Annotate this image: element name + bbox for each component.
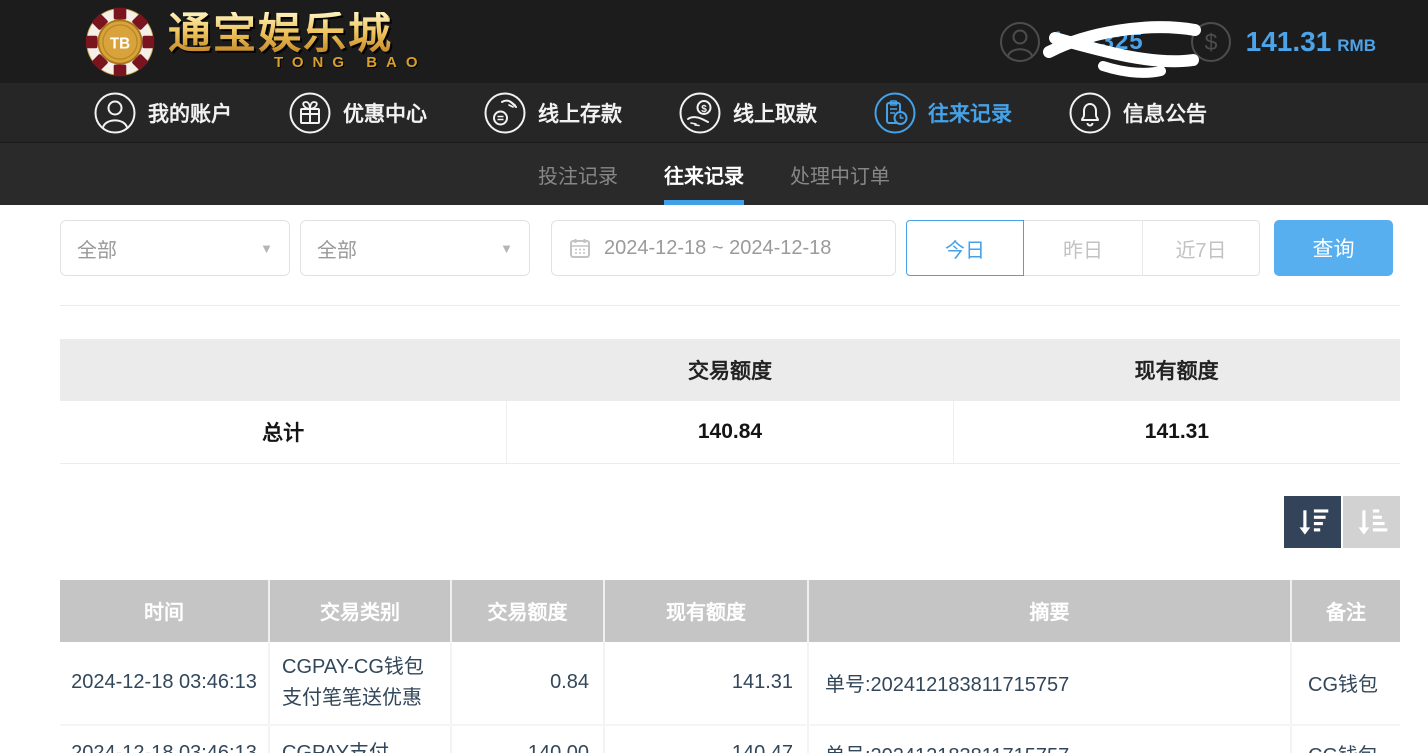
records-header-row: 时间 交易类别 交易额度 现有额度 摘要 备注 xyxy=(60,580,1400,642)
summary-header-balance: 现有额度 xyxy=(953,339,1400,401)
cell-summary: 单号:202412183811715757 xyxy=(808,725,1291,753)
cell-amount: 0.84 xyxy=(451,642,604,725)
col-header-time: 时间 xyxy=(60,580,269,642)
content-area: 全部 ▼ 全部 ▼ 2024-12-18 ~ 2024-12-18 今日 昨日 … xyxy=(0,205,1428,753)
summary-header-empty xyxy=(60,339,507,401)
summary-transaction-total: 140.84 xyxy=(507,401,954,463)
col-header-summary: 摘要 xyxy=(808,580,1291,642)
cell-time: 2024-12-18 03:46:13 xyxy=(60,642,269,725)
tab-betting-records[interactable]: 投注记录 xyxy=(515,143,641,205)
records-tab-bar: 投注记录 往来记录 处理中订单 xyxy=(0,143,1428,205)
dropdown-value: 全部 xyxy=(77,234,117,263)
nav-item-deposit[interactable]: 线上存款 xyxy=(484,92,622,134)
date-range-value: 2024-12-18 ~ 2024-12-18 xyxy=(604,237,831,260)
quick-range-group: 今日 昨日 近7日 xyxy=(906,220,1260,276)
date-range-input[interactable]: 2024-12-18 ~ 2024-12-18 xyxy=(551,220,896,276)
cell-balance: 141.31 xyxy=(604,642,808,725)
search-button[interactable]: 查询 xyxy=(1274,220,1393,276)
nav-item-my-account[interactable]: 我的账户 xyxy=(94,92,232,134)
records-table: 时间 交易类别 交易额度 现有额度 摘要 备注 2024-12-18 03:46… xyxy=(60,580,1400,753)
col-header-balance: 现有额度 xyxy=(604,580,808,642)
sort-ascending-button[interactable] xyxy=(1343,496,1400,548)
summary-total-row: 总计 140.84 141.31 xyxy=(60,401,1400,463)
sort-ascending-icon xyxy=(1354,504,1390,540)
cell-note: CG钱包 xyxy=(1291,725,1400,753)
chevron-down-icon: ▼ xyxy=(260,241,273,256)
svg-text:TB: TB xyxy=(110,35,130,52)
summary-total-label: 总计 xyxy=(60,401,507,463)
section-divider xyxy=(60,305,1400,306)
sort-descending-button[interactable] xyxy=(1284,496,1341,548)
gift-icon xyxy=(289,92,331,134)
cell-time: 2024-12-18 03:46:13 xyxy=(60,725,269,753)
dollar-icon: $ xyxy=(1190,21,1232,63)
user-account[interactable]: bo7325 xyxy=(999,21,1144,63)
nav-label: 优惠中心 xyxy=(343,98,427,128)
svg-text:$: $ xyxy=(701,104,707,115)
summary-balance-total: 141.31 xyxy=(953,401,1400,463)
records-icon xyxy=(874,92,916,134)
nav-item-transactions[interactable]: 往来记录 xyxy=(874,92,1012,134)
nav-item-withdraw[interactable]: $ 线上取款 xyxy=(679,92,817,134)
nav-item-promotions[interactable]: 优惠中心 xyxy=(289,92,427,134)
account-area: bo7325 $ 141.31 RMB xyxy=(999,21,1376,63)
category-dropdown-1[interactable]: 全部 ▼ xyxy=(60,220,290,276)
balance-display: $ 141.31 RMB xyxy=(1190,21,1376,63)
table-row: 2024-12-18 03:46:13 CGPAY支付 140.00 140.4… xyxy=(60,725,1400,753)
yesterday-button[interactable]: 昨日 xyxy=(1024,220,1142,276)
category-dropdown-2[interactable]: 全部 ▼ xyxy=(300,220,530,276)
dropdown-value: 全部 xyxy=(317,234,357,263)
summary-header-transaction: 交易额度 xyxy=(507,339,954,401)
nav-label: 我的账户 xyxy=(148,98,232,128)
brand-subtitle: TONG BAO xyxy=(168,54,427,71)
tab-transaction-records[interactable]: 往来记录 xyxy=(641,143,767,205)
tab-pending-orders[interactable]: 处理中订单 xyxy=(767,143,913,205)
casino-chip-icon: TB xyxy=(84,6,156,78)
bell-icon xyxy=(1069,92,1111,134)
sort-descending-icon xyxy=(1295,504,1331,540)
summary-table: 交易额度 现有额度 总计 140.84 141.31 xyxy=(60,339,1400,464)
deposit-icon xyxy=(484,92,526,134)
nav-label: 线上存款 xyxy=(538,98,622,128)
balance-currency: RMB xyxy=(1337,36,1376,55)
cell-amount: 140.00 xyxy=(451,725,604,753)
brand-logo[interactable]: TB 通宝娱乐城 TONG BAO xyxy=(84,6,427,78)
chevron-down-icon: ▼ xyxy=(500,241,513,256)
cell-type: CGPAY-CG钱包支付笔笔送优惠 xyxy=(269,642,451,725)
cell-type: CGPAY支付 xyxy=(269,725,451,753)
sort-controls xyxy=(60,496,1400,548)
main-nav: 我的账户 优惠中心 线上存款 $ 线上取款 xyxy=(0,83,1428,143)
brand-title: 通宝娱乐城 xyxy=(168,12,427,57)
top-bar: TB 通宝娱乐城 TONG BAO bo7325 xyxy=(0,0,1428,83)
svg-text:$: $ xyxy=(1204,29,1217,55)
cell-note: CG钱包 xyxy=(1291,642,1400,725)
summary-header-row: 交易额度 现有额度 xyxy=(60,339,1400,401)
nav-label: 信息公告 xyxy=(1123,98,1207,128)
balance-amount: 141.31 xyxy=(1246,26,1332,57)
today-button[interactable]: 今日 xyxy=(906,220,1024,276)
withdraw-icon: $ xyxy=(679,92,721,134)
user-icon xyxy=(94,92,136,134)
calendar-icon xyxy=(569,237,591,259)
username: bo7325 xyxy=(1055,28,1144,55)
col-header-amount: 交易额度 xyxy=(451,580,604,642)
filter-row: 全部 ▼ 全部 ▼ 2024-12-18 ~ 2024-12-18 今日 昨日 … xyxy=(60,220,1400,276)
col-header-type: 交易类别 xyxy=(269,580,451,642)
col-header-note: 备注 xyxy=(1291,580,1400,642)
nav-item-announcements[interactable]: 信息公告 xyxy=(1069,92,1207,134)
user-icon xyxy=(999,21,1041,63)
nav-label: 线上取款 xyxy=(733,98,817,128)
last7days-button[interactable]: 近7日 xyxy=(1142,220,1260,276)
table-row: 2024-12-18 03:46:13 CGPAY-CG钱包支付笔笔送优惠 0.… xyxy=(60,642,1400,725)
nav-label: 往来记录 xyxy=(928,98,1012,128)
cell-balance: 140.47 xyxy=(604,725,808,753)
cell-summary: 单号:202412183811715757 xyxy=(808,642,1291,725)
